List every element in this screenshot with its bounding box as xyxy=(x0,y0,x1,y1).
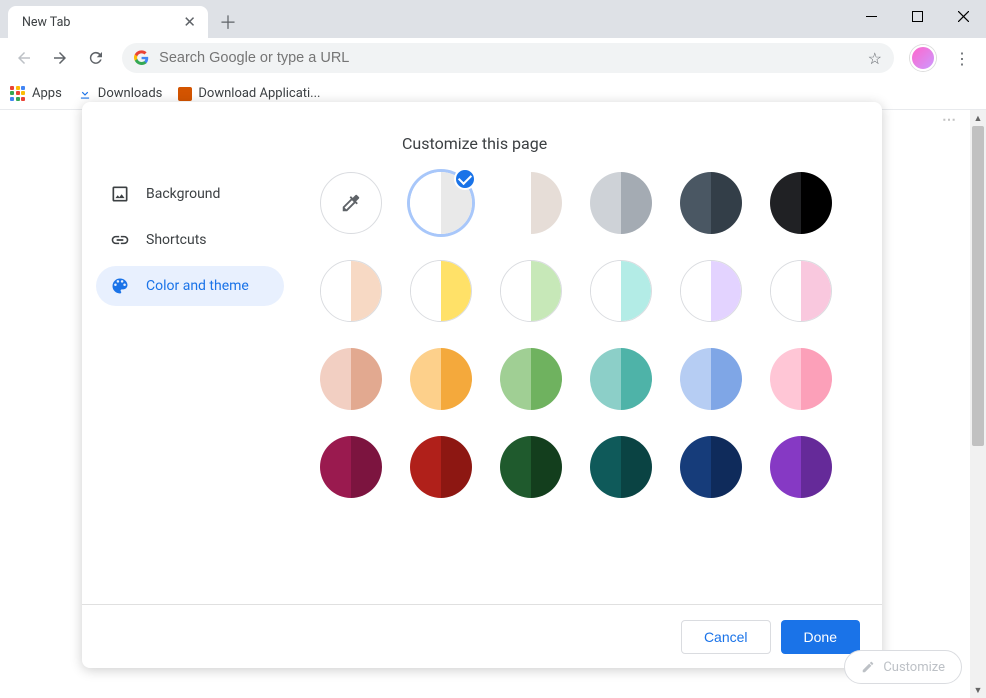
color-swatch[interactable] xyxy=(500,260,562,322)
color-swatch[interactable] xyxy=(410,172,472,234)
vertical-scrollbar[interactable]: ▲ ▼ xyxy=(970,110,986,698)
color-swatch[interactable] xyxy=(770,348,832,410)
customize-chip[interactable]: Customize xyxy=(844,650,962,684)
window-titlebar: New Tab ✕ ＋ xyxy=(0,0,986,38)
customize-chip-label: Customize xyxy=(883,660,945,675)
color-swatch[interactable] xyxy=(410,348,472,410)
color-swatch[interactable] xyxy=(590,260,652,322)
color-swatch[interactable] xyxy=(590,172,652,234)
bookmark-label: Downloads xyxy=(98,86,163,101)
color-swatch[interactable] xyxy=(770,436,832,498)
color-swatch[interactable] xyxy=(500,348,562,410)
scroll-thumb[interactable] xyxy=(972,126,984,446)
tab-title: New Tab xyxy=(22,15,70,30)
address-bar[interactable]: ☆ xyxy=(122,43,894,73)
color-swatch[interactable] xyxy=(320,436,382,498)
scroll-up-arrow-icon[interactable]: ▲ xyxy=(970,110,986,126)
downloads-bookmark[interactable]: Downloads xyxy=(78,86,163,101)
color-swatch[interactable] xyxy=(410,436,472,498)
image-icon xyxy=(110,184,130,204)
minimize-button[interactable] xyxy=(848,0,894,32)
color-swatch[interactable] xyxy=(320,348,382,410)
scroll-down-arrow-icon[interactable]: ▼ xyxy=(970,682,986,698)
url-input[interactable] xyxy=(159,50,868,66)
sidebar-label: Color and theme xyxy=(146,278,249,294)
color-swatch[interactable] xyxy=(320,260,382,322)
apps-grid-icon xyxy=(10,86,26,102)
apps-shortcut[interactable]: Apps xyxy=(10,86,62,102)
dialog-title: Customize this page xyxy=(402,134,547,153)
google-icon xyxy=(134,50,149,66)
maximize-button[interactable] xyxy=(894,0,940,32)
palette-icon xyxy=(110,276,130,296)
color-grid xyxy=(320,172,852,498)
profile-avatar[interactable] xyxy=(910,45,936,71)
customize-dialog: Customize this page Background Shortcuts… xyxy=(82,102,882,668)
color-swatch[interactable] xyxy=(680,260,742,322)
close-window-button[interactable] xyxy=(940,0,986,32)
dialog-footer: Cancel Done xyxy=(82,604,882,668)
browser-tab[interactable]: New Tab ✕ xyxy=(8,6,208,38)
new-tab-button[interactable]: ＋ xyxy=(214,8,242,36)
sidebar-item-color-theme[interactable]: Color and theme xyxy=(96,266,284,306)
eyedropper-icon xyxy=(340,192,362,214)
color-swatch[interactable] xyxy=(500,172,562,234)
color-swatch[interactable] xyxy=(680,172,742,234)
pencil-icon xyxy=(861,660,875,674)
color-swatch[interactable] xyxy=(680,436,742,498)
bookmark-label: Download Applicati... xyxy=(198,86,320,101)
window-controls xyxy=(848,0,986,32)
dialog-sidebar: Background Shortcuts Color and theme xyxy=(82,102,292,604)
sidebar-item-background[interactable]: Background xyxy=(96,174,284,214)
check-icon xyxy=(454,168,476,190)
reload-button[interactable] xyxy=(80,42,112,74)
done-button[interactable]: Done xyxy=(781,620,860,654)
close-tab-icon[interactable]: ✕ xyxy=(183,13,196,31)
download-icon xyxy=(78,87,92,101)
color-swatch[interactable] xyxy=(500,436,562,498)
color-swatch[interactable] xyxy=(410,260,472,322)
sidebar-item-shortcuts[interactable]: Shortcuts xyxy=(96,220,284,260)
color-swatch[interactable] xyxy=(590,348,652,410)
bookmark-star-icon[interactable]: ☆ xyxy=(868,49,882,68)
bookmark-label: Apps xyxy=(32,86,62,101)
back-button[interactable] xyxy=(8,42,40,74)
app-favicon xyxy=(178,87,192,101)
chrome-menu-icon[interactable]: ⋮ xyxy=(946,42,978,74)
color-swatch[interactable] xyxy=(590,436,652,498)
color-swatch[interactable] xyxy=(770,260,832,322)
cancel-button[interactable]: Cancel xyxy=(681,620,771,654)
color-swatch[interactable] xyxy=(770,172,832,234)
link-icon xyxy=(110,230,130,250)
download-application-bookmark[interactable]: Download Applicati... xyxy=(178,86,320,101)
forward-button[interactable] xyxy=(44,42,76,74)
sidebar-label: Background xyxy=(146,186,220,202)
sidebar-label: Shortcuts xyxy=(146,232,207,248)
color-picker-swatch[interactable] xyxy=(320,172,382,234)
browser-toolbar: ☆ ⋮ xyxy=(0,38,986,78)
dialog-content xyxy=(292,102,882,604)
color-swatch[interactable] xyxy=(680,348,742,410)
